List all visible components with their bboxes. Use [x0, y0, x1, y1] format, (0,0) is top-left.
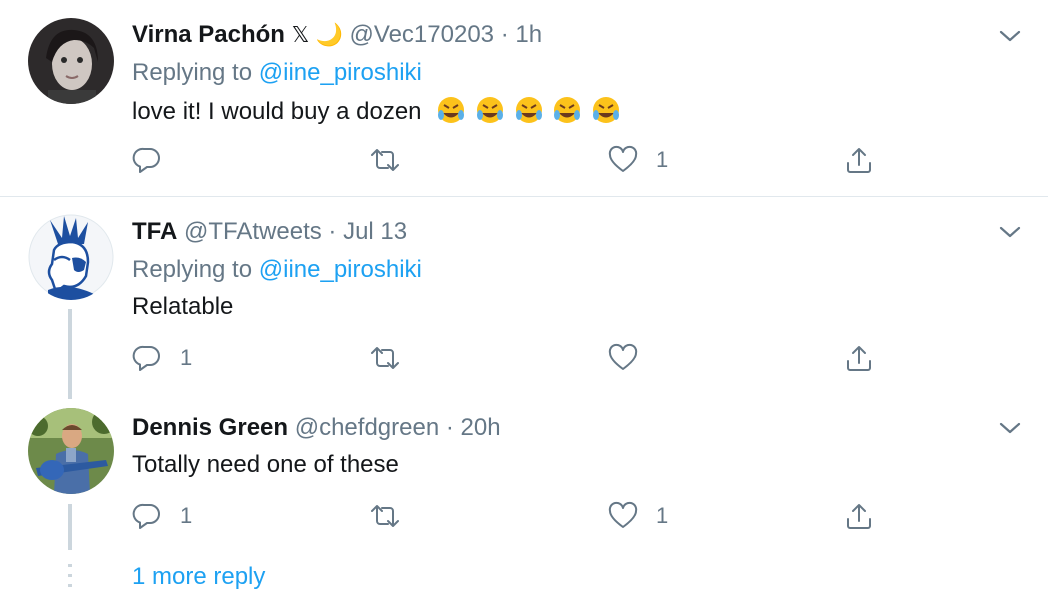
reply-button[interactable]: 1	[132, 498, 192, 534]
like-count: 1	[656, 503, 669, 528]
timestamp[interactable]: 20h	[461, 414, 501, 441]
display-name[interactable]: TFA	[132, 218, 177, 245]
rofl-emoji-icon	[476, 97, 503, 123]
chevron-down-icon[interactable]	[996, 418, 1024, 438]
like-icon	[608, 501, 638, 528]
tweet-header: Dennis Green @chefdgreen · 20h	[132, 413, 501, 443]
display-name[interactable]: Virna Pachón	[132, 21, 285, 48]
tweet-text-content: love it! I would buy a dozen	[132, 98, 422, 125]
replying-to-link[interactable]: @iine_piroshiki	[259, 59, 422, 86]
display-name[interactable]: Dennis Green	[132, 414, 288, 441]
share-icon	[847, 504, 871, 529]
avatar[interactable]	[28, 214, 114, 300]
like-icon	[608, 145, 638, 172]
chevron-down-icon[interactable]	[996, 26, 1024, 46]
separator: ·	[500, 21, 509, 48]
replying-to-link[interactable]: @iine_piroshiki	[259, 256, 422, 283]
tweet-text: Totally need one of these	[132, 451, 399, 478]
chevron-down-icon[interactable]	[996, 222, 1024, 242]
separator: ·	[328, 218, 337, 245]
rofl-emoji-icon	[515, 97, 542, 123]
replying-to: Replying to @iine_piroshiki	[132, 255, 422, 285]
reply-count: 1	[180, 345, 193, 370]
timestamp[interactable]: 1h	[515, 21, 542, 48]
replying-prefix: Replying to	[132, 256, 253, 283]
replying-to: Replying to @iine_piroshiki	[132, 58, 422, 88]
reply-button[interactable]: 1	[132, 340, 192, 376]
thread-dots	[68, 564, 72, 587]
retweet-icon	[371, 505, 399, 527]
reply-button[interactable]	[132, 142, 180, 178]
tweet-actions: 1	[132, 340, 892, 376]
share-button[interactable]	[844, 340, 874, 376]
share-button[interactable]	[844, 142, 874, 178]
reply-count: 1	[180, 503, 193, 528]
timestamp[interactable]: Jul 13	[343, 218, 407, 245]
like-count: 1	[656, 147, 669, 172]
like-button[interactable]: 1	[608, 142, 668, 178]
tweet-3[interactable]: Dennis Green @chefdgreen · 20h Totally n…	[0, 392, 1048, 552]
rofl-emoji-icon	[554, 97, 581, 123]
tweet-header: TFA @TFAtweets · Jul 13	[132, 217, 407, 247]
handle[interactable]: @Vec170203	[350, 21, 494, 48]
handle[interactable]: @chefdgreen	[295, 414, 439, 441]
tweet-text: love it! I would buy a dozen	[132, 95, 621, 127]
retweet-icon	[371, 149, 399, 171]
share-icon	[847, 346, 871, 371]
like-icon	[608, 343, 638, 370]
share-icon	[847, 148, 871, 173]
replying-prefix: Replying to	[132, 59, 253, 86]
retweet-icon	[371, 347, 399, 369]
like-button[interactable]: 1	[608, 498, 668, 534]
separator: ·	[445, 414, 454, 441]
avatar[interactable]	[28, 18, 114, 104]
tweet-2[interactable]: TFA @TFAtweets · Jul 13 Replying to @iin…	[0, 197, 1048, 399]
thread-line	[68, 309, 72, 399]
avatar[interactable]	[28, 408, 114, 494]
share-button[interactable]	[844, 498, 874, 534]
tweet-header: Virna Pachón 𝕏 🌙 @Vec170203 · 1h	[132, 20, 542, 50]
retweet-button[interactable]	[368, 142, 420, 178]
rofl-emoji-icon	[592, 97, 619, 123]
reply-icon	[132, 345, 160, 371]
rofl-emoji-icon	[438, 97, 465, 123]
reply-icon	[132, 147, 160, 173]
name-emoji: 𝕏 🌙	[291, 22, 343, 47]
tweet-actions: 1 1	[132, 498, 892, 534]
emoji-group	[434, 95, 621, 127]
like-button[interactable]	[608, 340, 656, 376]
thread-line	[68, 504, 72, 550]
tweet-actions: 1	[132, 142, 892, 178]
tweet-1[interactable]: Virna Pachón 𝕏 🌙 @Vec170203 · 1h Replyin…	[0, 0, 1048, 196]
more-replies-link[interactable]: 1 more reply	[132, 562, 265, 592]
retweet-button[interactable]	[368, 340, 420, 376]
tweet-text: Relatable	[132, 293, 234, 320]
retweet-button[interactable]	[368, 498, 420, 534]
reply-icon	[132, 503, 160, 529]
handle[interactable]: @TFAtweets	[184, 218, 322, 245]
